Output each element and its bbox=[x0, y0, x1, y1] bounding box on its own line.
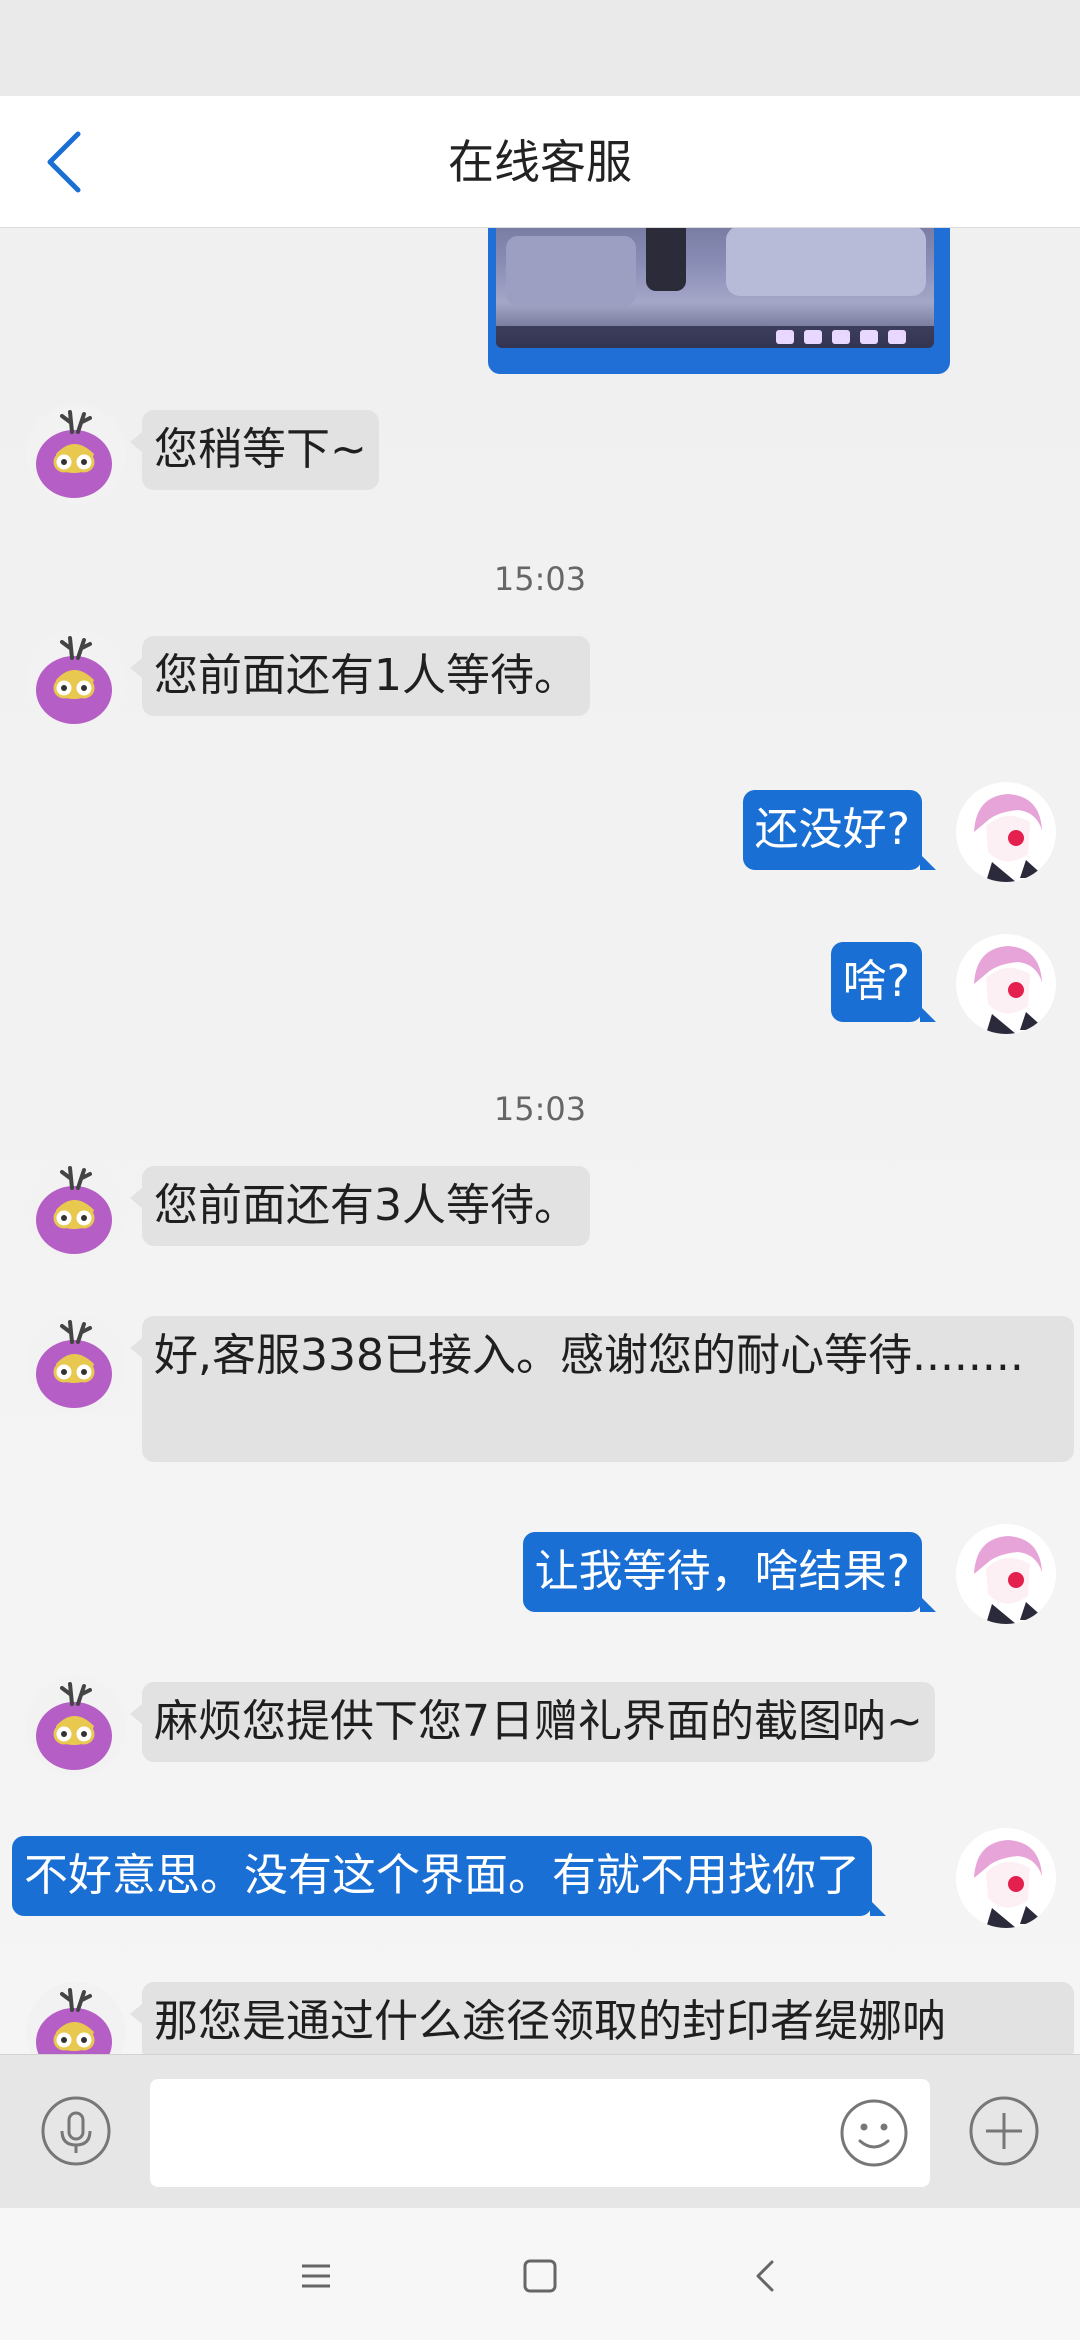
user-message: 还没好? bbox=[742, 790, 937, 870]
message-row: 您前面还有1人等待。 bbox=[0, 630, 1080, 730]
message-row: 那您是通过什么途径领取的封印者缇娜呐 bbox=[0, 1982, 1080, 2054]
timestamp: 15:03 bbox=[493, 1090, 587, 1128]
message-row: 麻烦您提供下您7日赠礼界面的截图呐~ bbox=[0, 1676, 1080, 1776]
user-message: 不好意思。没有这个界面。有就不用找你了 bbox=[12, 1836, 886, 1916]
message-row: 您前面还有3人等待。 bbox=[0, 1160, 1080, 1260]
plus-icon bbox=[969, 2096, 1039, 2166]
agent-message: 您前面还有3人等待。 bbox=[130, 1166, 590, 1246]
agent-message: 那您是通过什么途径领取的封印者缇娜呐 bbox=[130, 1982, 1074, 2054]
agent-avatar[interactable] bbox=[26, 404, 126, 504]
agent-message: 好,客服338已接入。感谢您的耐心等待........ bbox=[130, 1316, 1074, 1462]
emoji-button[interactable] bbox=[838, 2097, 910, 2169]
message-row: 好,客服338已接入。感谢您的耐心等待........ bbox=[0, 1314, 1080, 1464]
image-message[interactable] bbox=[488, 228, 950, 374]
menu-icon bbox=[302, 2264, 330, 2288]
back-nav-button[interactable] bbox=[740, 2250, 792, 2302]
user-message: 让我等待，啥结果? bbox=[522, 1532, 937, 1612]
chat-header: 在线客服 bbox=[0, 96, 1080, 228]
home-nav-button[interactable] bbox=[514, 2250, 566, 2302]
message-row: 还没好? bbox=[0, 782, 1080, 882]
home-square-icon bbox=[523, 2259, 557, 2293]
agent-message: 您前面还有1人等待。 bbox=[130, 636, 590, 716]
menu-nav-button[interactable] bbox=[290, 2250, 342, 2302]
user-avatar[interactable] bbox=[956, 934, 1056, 1034]
message-input[interactable] bbox=[150, 2079, 930, 2187]
agent-avatar[interactable] bbox=[26, 1676, 126, 1776]
page-title: 在线客服 bbox=[448, 135, 632, 189]
chat-area[interactable]: 您稍等下~ 15:03 您前面还有1人等待。 还没好? 啥? 15:03 您前面… bbox=[0, 228, 1080, 2054]
message-row: 您稍等下~ bbox=[0, 404, 1080, 504]
user-avatar[interactable] bbox=[956, 1524, 1056, 1624]
chevron-left-icon bbox=[47, 131, 81, 193]
smiley-icon bbox=[840, 2099, 908, 2167]
user-message: 啥? bbox=[830, 942, 937, 1022]
agent-avatar[interactable] bbox=[26, 1314, 126, 1414]
agent-avatar[interactable] bbox=[26, 630, 126, 730]
system-nav-bar bbox=[0, 2208, 1080, 2340]
message-row: 啥? bbox=[0, 934, 1080, 1034]
input-bar bbox=[0, 2054, 1080, 2208]
message-row: 不好意思。没有这个界面。有就不用找你了 bbox=[0, 1828, 1080, 1928]
user-avatar[interactable] bbox=[956, 1828, 1056, 1928]
game-screenshot-image bbox=[496, 228, 934, 348]
user-avatar[interactable] bbox=[956, 782, 1056, 882]
microphone-icon bbox=[41, 2096, 111, 2166]
more-button[interactable] bbox=[968, 2095, 1040, 2167]
agent-avatar[interactable] bbox=[26, 1982, 126, 2054]
status-bar bbox=[0, 0, 1080, 96]
timestamp: 15:03 bbox=[493, 560, 587, 598]
voice-button[interactable] bbox=[40, 2095, 112, 2167]
nav-back-icon bbox=[756, 2260, 774, 2292]
agent-avatar[interactable] bbox=[26, 1160, 126, 1260]
agent-message: 您稍等下~ bbox=[130, 410, 379, 490]
back-button[interactable] bbox=[24, 120, 108, 204]
agent-message: 麻烦您提供下您7日赠礼界面的截图呐~ bbox=[130, 1682, 935, 1762]
message-row: 让我等待，啥结果? bbox=[0, 1524, 1080, 1624]
